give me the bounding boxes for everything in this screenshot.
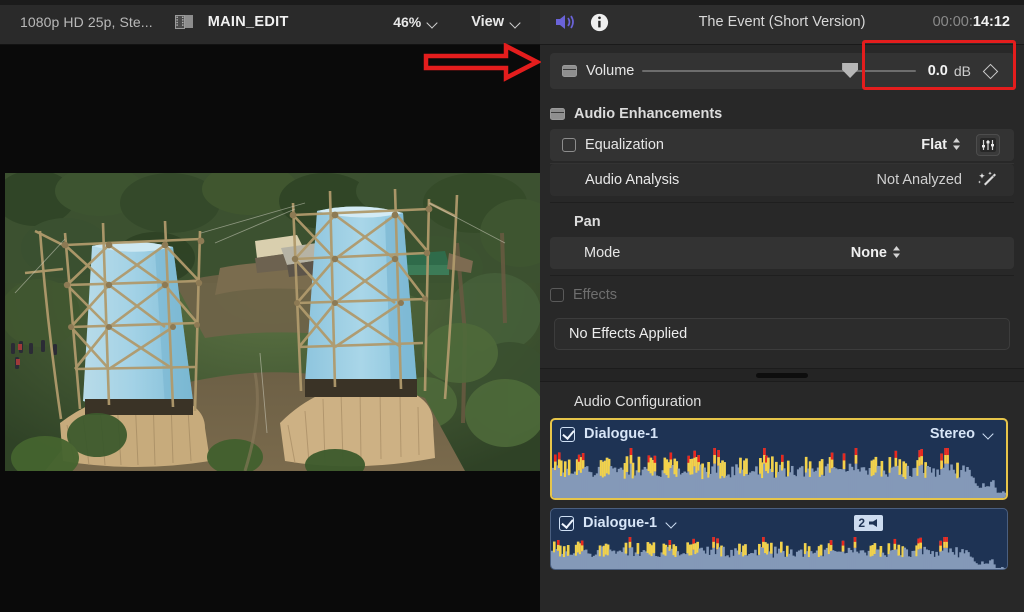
equalization-checkbox[interactable] bbox=[562, 138, 576, 152]
viewer-view-menu[interactable]: View bbox=[471, 14, 520, 30]
no-effects-text: No Effects Applied bbox=[569, 326, 688, 342]
no-effects-applied-box[interactable]: No Effects Applied bbox=[554, 318, 1010, 350]
speaker-small-icon bbox=[869, 519, 877, 527]
effects-header[interactable]: Effects bbox=[540, 280, 1024, 310]
audio-component-name: Dialogue-1 bbox=[583, 515, 658, 531]
chevron-down-icon bbox=[428, 18, 437, 27]
effects-checkbox[interactable] bbox=[550, 288, 564, 302]
chevron-down-icon[interactable] bbox=[667, 518, 677, 528]
audio-component-checkbox[interactable] bbox=[559, 515, 574, 531]
chevron-down-icon bbox=[984, 429, 994, 439]
info-circle-icon[interactable] bbox=[590, 13, 609, 32]
audio-enhancements-label: Audio Enhancements bbox=[574, 106, 723, 122]
timecode-hours-minutes: 00:00: bbox=[932, 14, 973, 30]
drag-handle-icon[interactable] bbox=[756, 373, 808, 378]
speaker-icon[interactable] bbox=[554, 13, 576, 31]
divider bbox=[550, 202, 1014, 203]
viewer-view-label: View bbox=[471, 14, 504, 30]
stepper-arrows-icon[interactable] bbox=[892, 245, 902, 262]
viewer-canvas[interactable] bbox=[0, 45, 540, 612]
audio-inspector-pane: The Event (Short Version) 00:00:14:12 Vo… bbox=[540, 0, 1024, 612]
audio-component-card[interactable]: Dialogue-1 Stereo bbox=[550, 418, 1008, 500]
volume-slider-handle[interactable] bbox=[842, 63, 859, 78]
audio-component-channel-menu[interactable]: Stereo bbox=[930, 426, 994, 442]
audio-component-name: Dialogue-1 bbox=[584, 426, 659, 442]
audio-component-channel-badge[interactable]: 2 bbox=[854, 515, 883, 531]
audio-configuration-label: Audio Configuration bbox=[574, 394, 702, 410]
equalization-value[interactable]: Flat bbox=[921, 137, 947, 153]
panel-splitter[interactable] bbox=[540, 368, 1024, 382]
pan-mode-value[interactable]: None bbox=[851, 245, 887, 261]
volume-unit: dB bbox=[953, 63, 971, 79]
viewer-zoom-label: 46% bbox=[393, 14, 422, 30]
equalization-row[interactable]: Equalization Flat bbox=[550, 129, 1014, 161]
pan-mode-row[interactable]: Mode None bbox=[550, 237, 1014, 269]
volume-slider-track bbox=[642, 70, 916, 72]
viewer-zoom-menu[interactable]: 46% bbox=[393, 14, 437, 30]
audio-component-header[interactable]: Dialogue-1 Stereo bbox=[552, 420, 1006, 448]
chevron-down-icon bbox=[511, 18, 520, 27]
final-cut-pro-window: 1080p HD 25p, Ste... MAIN_EDIT 46% View … bbox=[0, 0, 1024, 612]
audio-component-channel-value: Stereo bbox=[929, 426, 975, 442]
audio-analysis-value: Not Analyzed bbox=[876, 172, 962, 188]
waveform-display[interactable] bbox=[552, 448, 1006, 498]
audio-enhancements-toggle-icon[interactable] bbox=[550, 108, 565, 120]
effects-label: Effects bbox=[573, 287, 618, 303]
channel-count-value: 2 bbox=[858, 516, 865, 530]
audio-enhancements-header[interactable]: Audio Enhancements bbox=[540, 99, 1024, 129]
pan-header: Pan bbox=[540, 207, 1024, 237]
volume-value-group[interactable]: 0.0 dB bbox=[928, 63, 999, 79]
timecode-seconds-frames: 14:12 bbox=[972, 14, 1010, 30]
video-preview-image[interactable] bbox=[5, 173, 540, 471]
equalizer-icon[interactable] bbox=[976, 134, 1000, 156]
volume-label: Volume bbox=[586, 63, 635, 79]
viewer-format-label[interactable]: 1080p HD 25p, Ste... bbox=[20, 14, 153, 30]
audio-component-header[interactable]: Dialogue-1 2 bbox=[551, 509, 1007, 537]
audio-analysis-row[interactable]: Audio Analysis Not Analyzed bbox=[550, 164, 1014, 196]
audio-component-checkbox[interactable] bbox=[560, 426, 575, 442]
timecode-display[interactable]: 00:00:14:12 bbox=[933, 14, 1010, 30]
diamond-keyframe-icon[interactable] bbox=[982, 63, 999, 79]
divider bbox=[550, 275, 1014, 276]
viewer-toolbar: 1080p HD 25p, Ste... MAIN_EDIT 46% View bbox=[0, 0, 540, 45]
audio-component-card[interactable]: Dialogue-1 2 bbox=[550, 508, 1008, 570]
volume-value[interactable]: 0.0 bbox=[928, 63, 948, 79]
pan-mode-label: Mode bbox=[584, 245, 621, 261]
viewer-project-title: MAIN_EDIT bbox=[207, 14, 289, 30]
volume-slider[interactable] bbox=[642, 54, 916, 88]
viewer-pane: 1080p HD 25p, Ste... MAIN_EDIT 46% View bbox=[0, 0, 540, 612]
stepper-arrows-icon[interactable] bbox=[952, 137, 962, 154]
equalization-label: Equalization bbox=[585, 137, 664, 153]
audio-analysis-label: Audio Analysis bbox=[585, 172, 680, 188]
inspector-header: The Event (Short Version) 00:00:14:12 bbox=[540, 0, 1024, 45]
magic-wand-icon[interactable] bbox=[976, 169, 1000, 191]
waveform-display[interactable] bbox=[551, 537, 1007, 569]
pan-label: Pan bbox=[574, 214, 601, 230]
inspector-content: Volume 0.0 dB Audio Enhancements Equaliz bbox=[540, 53, 1024, 612]
filmstrip-icon bbox=[174, 14, 194, 31]
volume-row[interactable]: Volume 0.0 dB bbox=[550, 53, 1014, 89]
volume-panel-toggle-icon[interactable] bbox=[562, 65, 577, 77]
channel-count-badge: 2 bbox=[854, 515, 883, 531]
